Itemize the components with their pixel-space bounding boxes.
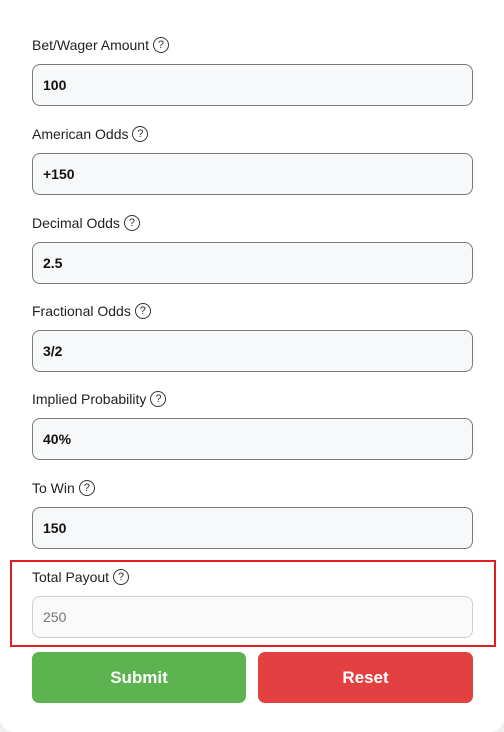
bet-amount-input[interactable]	[32, 64, 473, 106]
decimal-odds-label-row: Decimal Odds ?	[32, 212, 473, 234]
bet-amount-label: Bet/Wager Amount	[32, 37, 149, 53]
american-odds-label-row: American Odds ?	[32, 123, 473, 145]
implied-probability-input[interactable]	[32, 418, 473, 460]
to-win-field: To Win ?	[32, 477, 473, 549]
reset-button[interactable]: Reset	[258, 652, 473, 703]
odds-calculator-card: Bet/Wager Amount ? American Odds ? Decim…	[0, 0, 504, 732]
help-icon[interactable]: ?	[78, 480, 95, 496]
decimal-odds-input[interactable]	[32, 242, 473, 284]
american-odds-label: American Odds	[32, 126, 129, 142]
help-icon[interactable]: ?	[134, 303, 151, 319]
total-payout-field: Total Payout ?	[32, 566, 473, 638]
help-icon[interactable]: ?	[152, 37, 169, 53]
help-icon[interactable]: ?	[113, 569, 130, 585]
implied-probability-label-row: Implied Probability ?	[32, 388, 473, 410]
total-payout-label: Total Payout	[32, 569, 110, 585]
fractional-odds-label-row: Fractional Odds ?	[32, 300, 473, 322]
decimal-odds-label: Decimal Odds	[32, 215, 120, 231]
decimal-odds-field: Decimal Odds ?	[32, 212, 473, 284]
implied-probability-field: Implied Probability ?	[32, 388, 473, 460]
bet-amount-field: Bet/Wager Amount ?	[32, 34, 473, 106]
fractional-odds-field: Fractional Odds ?	[32, 300, 473, 372]
fractional-odds-label: Fractional Odds	[32, 303, 131, 319]
total-payout-input[interactable]	[32, 596, 473, 638]
implied-probability-label: Implied Probability	[32, 391, 147, 407]
help-icon[interactable]: ?	[132, 126, 149, 142]
american-odds-input[interactable]	[32, 153, 473, 195]
to-win-label: To Win	[32, 480, 75, 496]
fractional-odds-input[interactable]	[32, 330, 473, 372]
american-odds-field: American Odds ?	[32, 123, 473, 195]
help-icon[interactable]: ?	[150, 391, 167, 407]
to-win-input[interactable]	[32, 507, 473, 549]
submit-button[interactable]: Submit	[32, 652, 246, 703]
help-icon[interactable]: ?	[123, 215, 140, 231]
total-payout-label-row: Total Payout ?	[32, 566, 473, 588]
to-win-label-row: To Win ?	[32, 477, 473, 499]
bet-amount-label-row: Bet/Wager Amount ?	[32, 34, 473, 56]
